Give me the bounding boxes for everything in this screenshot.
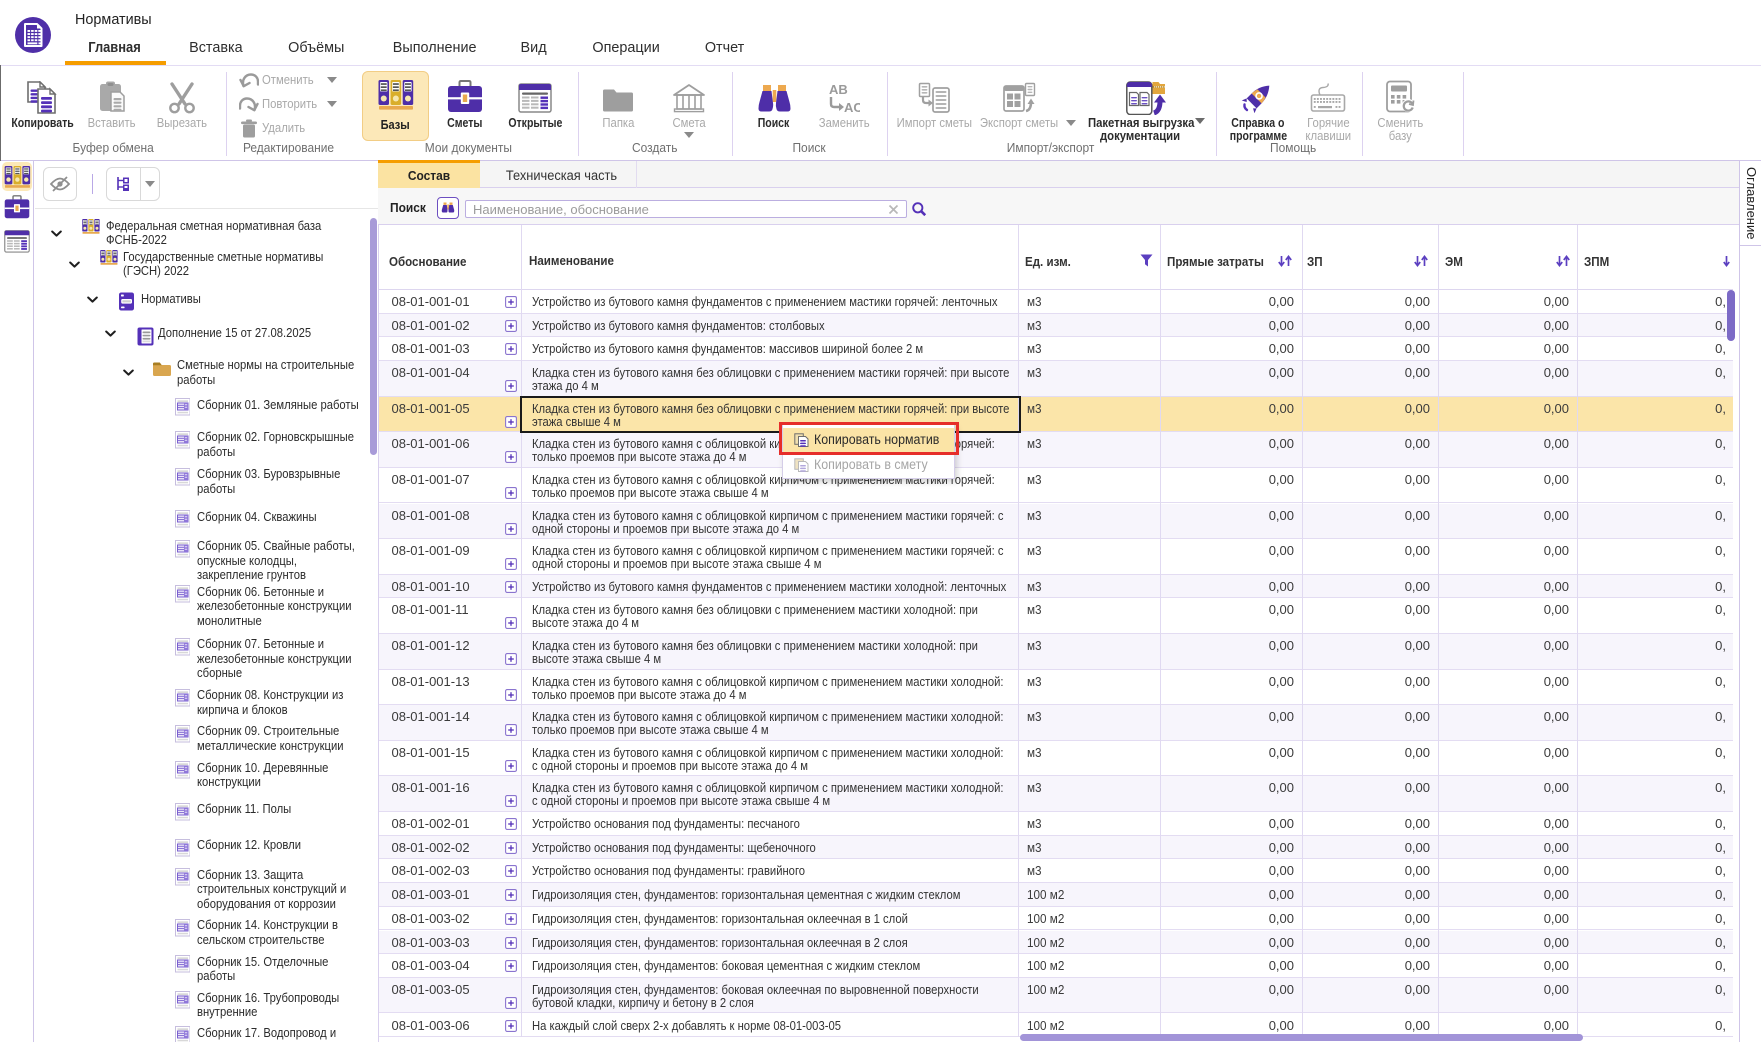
- svg-text:AC: AC: [844, 100, 860, 113]
- svg-text:AB: AB: [829, 82, 848, 97]
